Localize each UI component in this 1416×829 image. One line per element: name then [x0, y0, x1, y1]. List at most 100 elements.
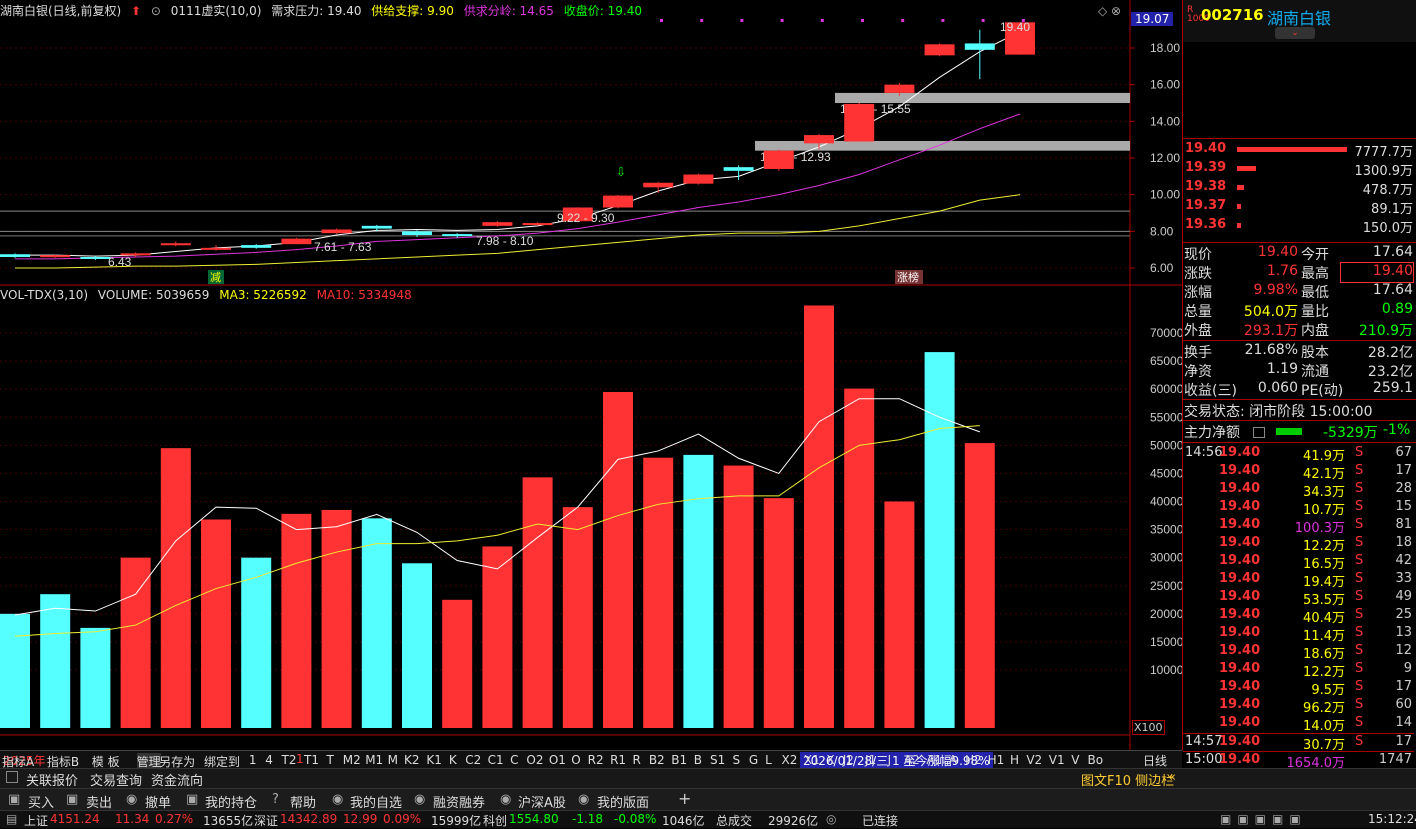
sh-label[interactable]: 上证 — [24, 812, 48, 829]
bid-row[interactable]: 19.40 7777.7万 — [1185, 141, 1413, 160]
toolbar-a-share[interactable]: 沪深A股 — [518, 792, 566, 811]
stat-value: 259.1 — [1372, 380, 1413, 396]
tick-row[interactable]: 19.40 16.5万 S 42 — [1183, 553, 1414, 572]
tick-count: 17 — [1395, 463, 1412, 478]
tab-26[interactable]: B2 — [649, 753, 665, 767]
kc-label[interactable]: 科创 — [483, 812, 507, 829]
tab-8[interactable]: T2 — [282, 753, 297, 767]
tab-31[interactable]: G — [749, 753, 758, 767]
sidebar-toggle-icon[interactable]: « — [1168, 770, 1176, 785]
tick-row[interactable]: 14:56 19.40 41.9万 S 67 — [1183, 445, 1414, 464]
f10-sidebar[interactable]: 图文F10 侧边栏 — [1081, 770, 1174, 789]
tab-12[interactable]: M1 — [365, 753, 383, 767]
toolbar-sell[interactable]: 卖出 — [86, 792, 112, 811]
collapse-chevron-icon[interactable]: ⌄ — [1275, 27, 1315, 39]
tab-40[interactable]: A1 — [926, 753, 942, 767]
func-trade-query[interactable]: 交易查询 — [90, 770, 142, 789]
connection-status[interactable]: 已连接 — [862, 812, 898, 829]
tab-30[interactable]: S — [733, 753, 741, 767]
tab-17[interactable]: C2 — [465, 753, 481, 767]
toolbar-cancel-order[interactable]: 撤单 — [145, 792, 171, 811]
tab-18[interactable]: C1 — [488, 753, 504, 767]
tick-row[interactable]: 19.40 34.3万 S 28 — [1183, 481, 1414, 500]
tab-34[interactable]: X1 — [804, 753, 820, 767]
tab-39[interactable]: A2 — [904, 753, 920, 767]
toolbar-margin[interactable]: 融资融券 — [433, 792, 485, 811]
toolbar-help[interactable]: 帮助 — [290, 792, 316, 811]
tick-row[interactable]: 19.40 96.2万 S 60 — [1183, 697, 1414, 716]
tab-25[interactable]: R — [633, 753, 641, 767]
indicator-toggle-icon[interactable]: ⊙ — [151, 4, 161, 18]
tab-11[interactable]: M2 — [343, 753, 361, 767]
chart-area[interactable]: 6.00 8.00 10.00 12.00 14.00 16.00 18.00 10000 15… — [0, 0, 1183, 750]
sz-label[interactable]: 深证 — [254, 812, 278, 829]
tick-count: 28 — [1395, 481, 1412, 496]
tick-side: S — [1355, 481, 1364, 496]
tick-row[interactable]: 19.40 14.0万 S 14 — [1183, 715, 1414, 734]
tick-side: S — [1355, 679, 1364, 694]
tab-48[interactable]: Bo — [1088, 753, 1104, 767]
tick-row[interactable]: 14:57 19.40 30.7万 S 17 — [1183, 733, 1414, 753]
tab-28[interactable]: B — [694, 753, 702, 767]
bid-row[interactable]: 19.37 89.1万 — [1185, 198, 1413, 217]
tab-35[interactable]: X — [826, 753, 834, 767]
add-icon[interactable]: + — [678, 789, 691, 808]
tick-row[interactable]: 19.40 12.2万 S 9 — [1183, 661, 1414, 680]
tab-33[interactable]: X2 — [781, 753, 797, 767]
tab-20[interactable]: O2 — [526, 753, 543, 767]
status-tray-icons[interactable]: ▣▣▣▣▣ — [1220, 812, 1307, 826]
tab-41[interactable]: A — [949, 753, 957, 767]
tick-row[interactable]: 19.40 9.5万 S 17 — [1183, 679, 1414, 698]
tab-47[interactable]: V — [1071, 753, 1079, 767]
bid-row[interactable]: 19.36 150.0万 — [1185, 217, 1413, 236]
tab-7[interactable]: 4 — [265, 753, 273, 767]
tab-10[interactable]: T — [326, 753, 333, 767]
func-related-quote[interactable]: 关联报价 — [26, 770, 78, 789]
bid-row[interactable]: 19.39 1300.9万 — [1185, 160, 1413, 179]
tick-row[interactable]: 19.40 40.4万 S 25 — [1183, 607, 1414, 626]
tab-23[interactable]: R2 — [588, 753, 604, 767]
toolbar-layout[interactable]: 我的版面 — [597, 792, 649, 811]
stat-key: 换手 — [1184, 345, 1212, 361]
tab-15[interactable]: K1 — [426, 753, 442, 767]
tick-row[interactable]: 19.40 18.6万 S 12 — [1183, 643, 1414, 662]
tab-42[interactable]: H2 — [965, 753, 982, 767]
tab-43[interactable]: H1 — [988, 753, 1005, 767]
tab-27[interactable]: B1 — [671, 753, 687, 767]
tick-row[interactable]: 19.40 42.1万 S 17 — [1183, 463, 1414, 482]
bid-row[interactable]: 19.38 478.7万 — [1185, 179, 1413, 198]
tab-32[interactable]: L — [765, 753, 772, 767]
window-icon[interactable] — [6, 771, 18, 783]
tab-14[interactable]: K2 — [404, 753, 420, 767]
tab-36[interactable]: J2 — [843, 753, 854, 767]
tab-6[interactable]: 1 — [249, 753, 257, 767]
list-icon[interactable] — [1253, 427, 1265, 438]
tick-row[interactable]: 19.40 12.2万 S 18 — [1183, 535, 1414, 554]
tab-13[interactable]: M — [388, 753, 398, 767]
tab-21[interactable]: O1 — [549, 753, 566, 767]
tab-22[interactable]: O — [571, 753, 580, 767]
tick-row[interactable]: 19.40 53.5万 S 49 — [1183, 589, 1414, 608]
toolbar-holdings[interactable]: 我的持仓 — [205, 792, 257, 811]
tab-29[interactable]: S1 — [710, 753, 725, 767]
tab-16[interactable]: K — [449, 753, 457, 767]
func-capital-flow[interactable]: 资金流向 — [151, 770, 203, 789]
tick-row[interactable]: 19.40 100.3万 S 81 — [1183, 517, 1414, 536]
tick-row[interactable]: 19.40 10.7万 S 15 — [1183, 499, 1414, 518]
tab-46[interactable]: V1 — [1049, 753, 1065, 767]
tab-24[interactable]: R1 — [610, 753, 626, 767]
tab-38[interactable]: J — [888, 753, 892, 767]
toolbar-buy[interactable]: 买入 — [28, 792, 54, 811]
tab-44[interactable]: H — [1010, 753, 1019, 767]
volume-bar — [241, 557, 272, 728]
tab-9[interactable]: T1 — [304, 753, 319, 767]
period-label[interactable]: 日线 — [1143, 752, 1167, 769]
diamond-icon[interactable]: ◇ ⊗ — [1098, 4, 1121, 18]
kline-chart[interactable]: 6.00 8.00 10.00 12.00 14.00 16.00 18.00 10000 15… — [0, 0, 1182, 750]
tab-19[interactable]: C — [510, 753, 518, 767]
tick-row[interactable]: 19.40 11.4万 S 13 — [1183, 625, 1414, 644]
toolbar-watchlist[interactable]: 我的自选 — [350, 792, 402, 811]
tab-45[interactable]: V2 — [1026, 753, 1042, 767]
tab-37[interactable]: J1 — [865, 753, 876, 767]
tick-row[interactable]: 19.40 19.4万 S 33 — [1183, 571, 1414, 590]
